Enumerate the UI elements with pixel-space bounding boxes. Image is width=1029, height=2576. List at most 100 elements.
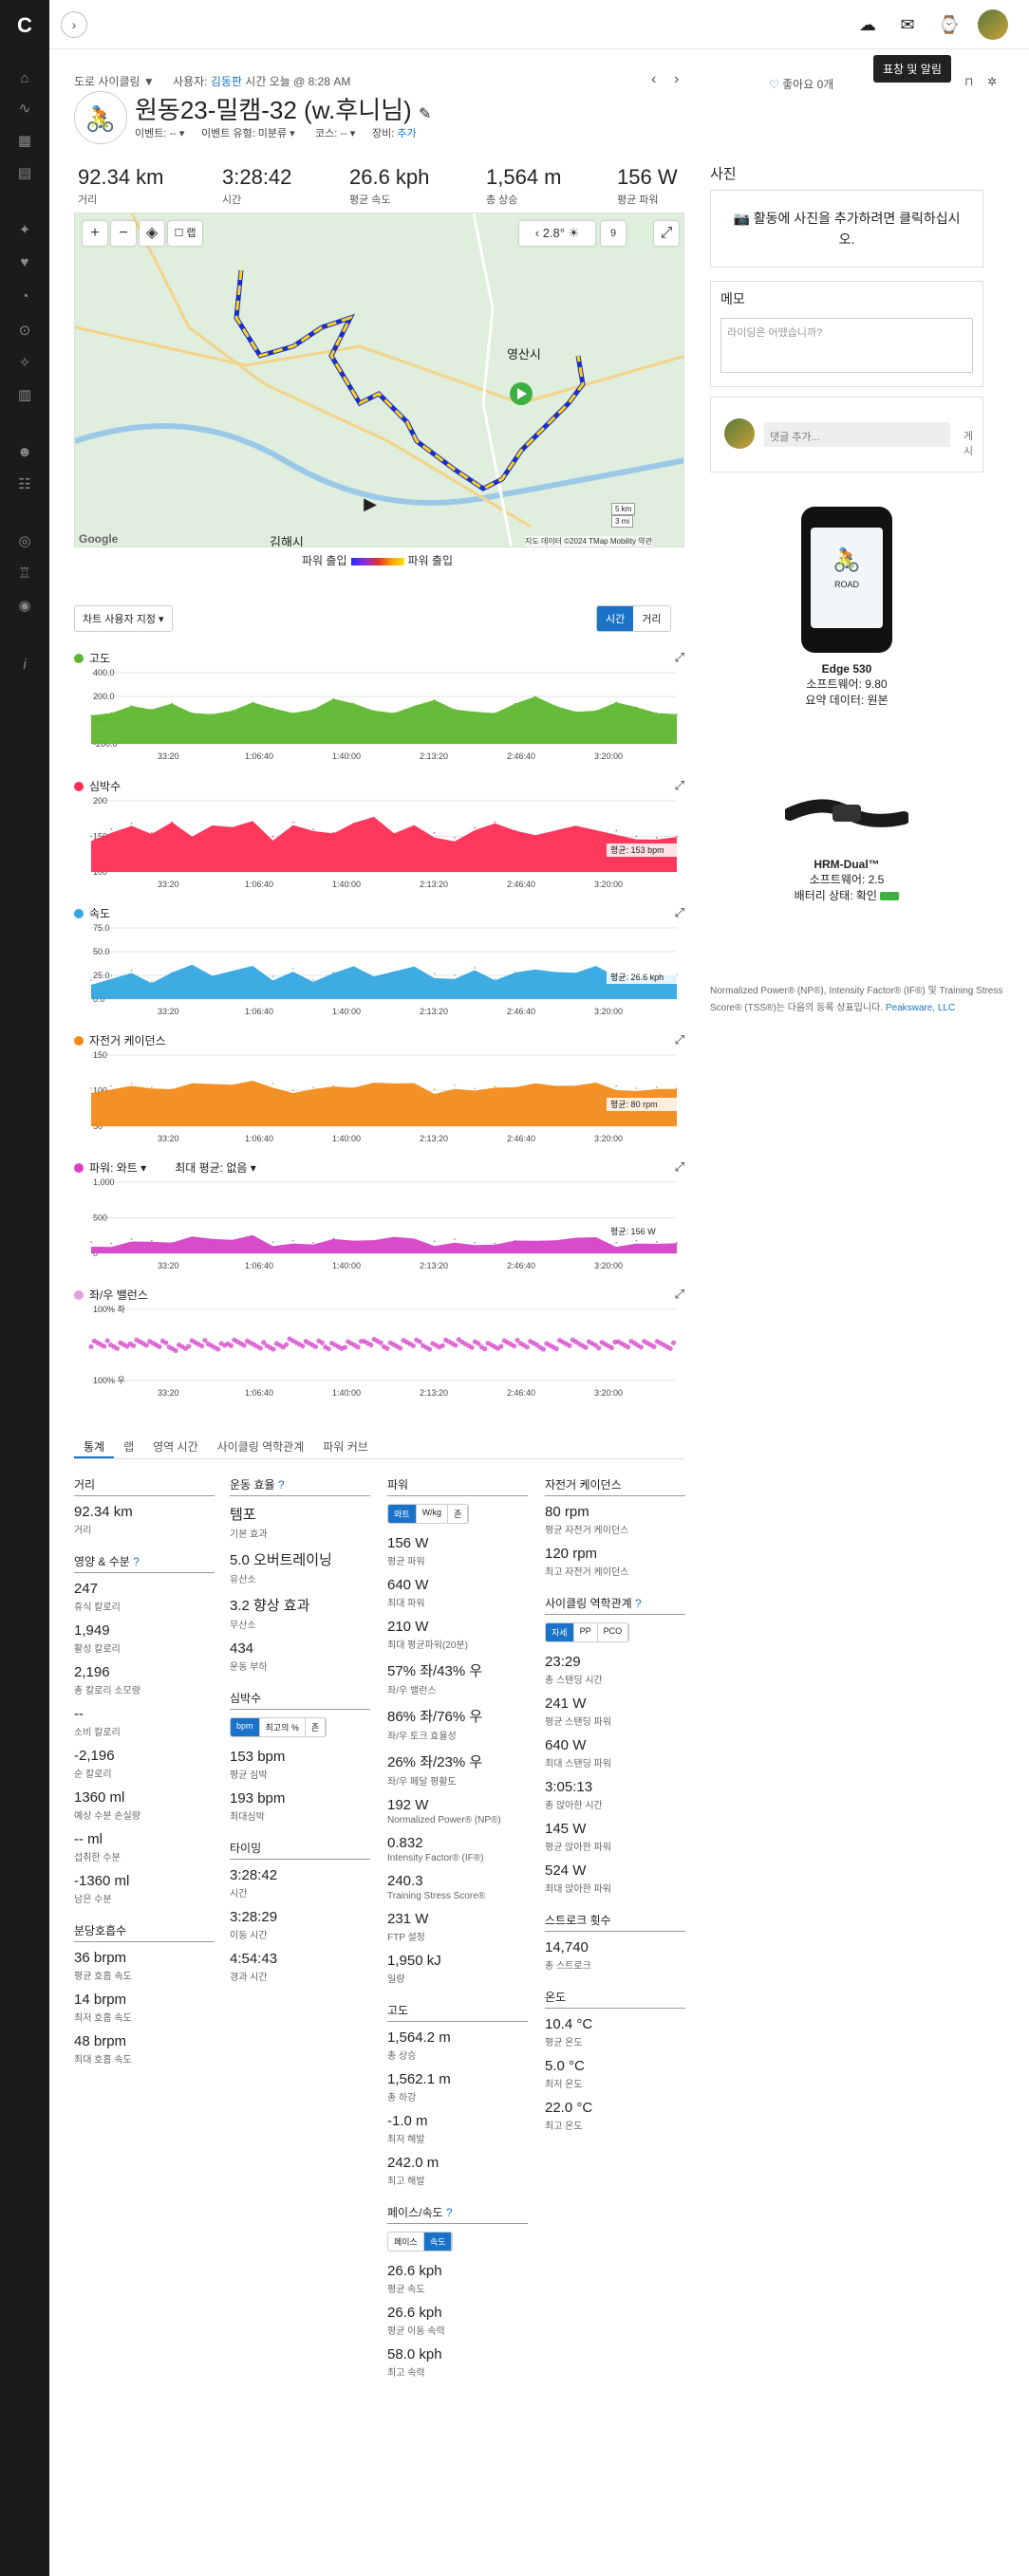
garmin-logo-icon[interactable]: C (0, 13, 49, 38)
gear-add-link[interactable]: 추가 (397, 128, 416, 139)
chart-plot[interactable]: 100% 좌 100% 우 33:20 1:06:40 1:40:00 2:13:20 2:… (74, 1302, 684, 1401)
hr-percent-toggle[interactable]: 최고의 % (260, 1718, 306, 1736)
news-icon[interactable]: ▤ (14, 163, 35, 184)
expand-chart-icon[interactable]: ⤢ (675, 778, 684, 793)
user-name-link[interactable]: 김동판 (211, 75, 242, 88)
home-icon[interactable]: ⌂ (14, 68, 35, 89)
zoom-out-button[interactable]: − (111, 221, 136, 246)
tab-cycling-dynamics[interactable]: 사이클링 역학관계 (208, 1433, 314, 1458)
prev-activity-icon[interactable]: ‹ (651, 71, 656, 88)
layers-icon[interactable]: ◈ (140, 221, 164, 246)
power-watts-toggle[interactable]: 와트 (388, 1505, 417, 1523)
hr-bpm-toggle[interactable]: bpm (231, 1718, 260, 1736)
chart-plot[interactable]: 75.050.025.00.033:201:06:401:40:002:13:2… (74, 920, 684, 1020)
expand-chart-icon[interactable]: ⤢ (675, 1032, 684, 1047)
comment-input[interactable]: 댓글 추가... (764, 422, 950, 447)
calendar-icon[interactable]: ▦ (14, 131, 35, 152)
connections-icon[interactable]: ☻ (14, 442, 35, 463)
x-tick-label: 1:40:00 (332, 1007, 361, 1016)
power-unit-dropdown[interactable]: 파워: 와트 ▾ (89, 1161, 146, 1175)
fullscreen-icon[interactable]: ⤢ (654, 221, 679, 246)
help-icon[interactable]: ? (635, 1597, 642, 1610)
badges-icon[interactable]: ♖ (14, 564, 35, 584)
speed-toggle[interactable]: 속도 (423, 2233, 453, 2251)
tab-time-in-zone[interactable]: 영역 시간 (143, 1433, 208, 1458)
map-checkbox[interactable]: ☐ 랩 (168, 221, 202, 246)
settings-gear-icon[interactable]: ✲ (987, 75, 997, 88)
performance-icon[interactable]: ◔ (14, 287, 35, 307)
play-icon[interactable]: ▶ (358, 494, 383, 519)
zoom-in-button[interactable]: + (83, 221, 107, 246)
inbox-icon[interactable]: ✉ (894, 11, 921, 38)
position-toggle[interactable]: 자세 (546, 1623, 574, 1641)
gear-icon[interactable]: ⊙ (14, 321, 35, 342)
map-attribution[interactable]: 지도 데이터 ©2024 TMap Mobility 약관 (525, 536, 652, 547)
hr-zone-toggle[interactable]: 존 (306, 1718, 327, 1736)
help-icon[interactable]: ? (446, 2206, 453, 2219)
like-button[interactable]: ♡ 좋아요 0개 (769, 76, 833, 92)
pco-toggle[interactable]: PCO (598, 1623, 629, 1641)
pace-toggle[interactable]: 페이스 (388, 2233, 424, 2251)
next-activity-icon[interactable]: › (674, 71, 679, 88)
tab-stats[interactable]: 통계 (74, 1433, 115, 1458)
data-point (469, 1344, 475, 1350)
health-icon[interactable]: ♥ (14, 252, 35, 273)
expand-chart-icon[interactable]: ⤢ (675, 1159, 684, 1175)
lock-icon[interactable]: ⊓ (964, 75, 973, 88)
expand-chart-icon[interactable]: ⤢ (675, 1287, 684, 1302)
device-hrm-dual[interactable]: HRM-Dual™ 소프트웨어: 2.5 배터리 상태: 확인 (710, 793, 983, 903)
upload-icon[interactable]: ☁ (854, 11, 881, 38)
activity-title[interactable]: 원동23-밀캠-32 (w.후니님) ✎ (135, 91, 431, 126)
chart-plot[interactable]: 1,000500033:201:06:401:40:002:13:202:46:… (74, 1175, 684, 1274)
pp-toggle[interactable]: PP (574, 1623, 598, 1641)
post-comment-button[interactable]: 게시 (964, 428, 982, 458)
expand-chart-icon[interactable]: ⤢ (675, 905, 684, 920)
power-zone-toggle[interactable]: 존 (448, 1505, 469, 1523)
add-photo-button[interactable]: 📷 활동에 사진을 추가하려면 클릭하십시오. (710, 190, 983, 268)
y-tick-label: 25.0 (93, 971, 110, 980)
chart-plot[interactable]: 1501005033:201:06:401:40:002:13:202:46:4… (74, 1047, 684, 1147)
expand-sidebar-button[interactable]: › (61, 11, 87, 38)
time-toggle[interactable]: 시간 (597, 606, 634, 631)
chart-customize-dropdown[interactable]: 차트 사용자 지정 ▾ (74, 605, 173, 632)
weather-widget[interactable]: ‹ 2.8° ☀ (519, 221, 595, 246)
tab-power-curve[interactable]: 파워 커브 (313, 1433, 378, 1458)
data-point (373, 977, 375, 979)
activity-type-dropdown[interactable]: 도로 사이클링 ▼ (74, 73, 155, 89)
stat-value: 0.832 (387, 1835, 423, 1851)
info-icon[interactable]: i (14, 655, 35, 676)
tab-laps[interactable]: 랩 (114, 1433, 143, 1458)
help-icon[interactable]: ? (278, 1478, 285, 1492)
route-map[interactable]: + − ◈ ☐ 랩 ‹ 2.8° ☀ 9 ⤢ 영산시 김해시 ▶ 5 km 3 … (74, 213, 684, 547)
event-dropdown[interactable]: 이벤트: -- ▾ (135, 125, 184, 140)
peaksware-link[interactable]: Peaksware, LLC (886, 1003, 955, 1013)
reports-icon[interactable]: ▥ (14, 385, 35, 406)
challenges-icon[interactable]: ◎ (14, 531, 35, 552)
watch-icon[interactable]: ⌚ (936, 11, 963, 38)
help-icon[interactable]: ? (133, 1555, 140, 1568)
settings-circle-icon[interactable]: ◉ (14, 596, 35, 617)
user-avatar[interactable] (978, 9, 1008, 40)
device-edge-530[interactable]: 🚴 ROAD Edge 530 소프트웨어: 9.80 요약 데이터: 원본 (710, 507, 983, 708)
training-icon[interactable]: ✦ (14, 220, 35, 241)
expand-chart-icon[interactable]: ⤢ (675, 650, 684, 665)
chart-plot[interactable]: 20015010033:201:06:401:40:002:13:202:46:… (74, 793, 684, 893)
stat-value: 22.0 °C (545, 2100, 593, 2116)
event-type-dropdown[interactable]: 이벤트 유형: 미분류 ▾ (201, 125, 295, 140)
topbar: › ☁ ✉ ⌚ (49, 0, 1029, 49)
max-avg-dropdown[interactable]: 최대 평균: 없음 ▾ (175, 1161, 256, 1175)
insights-icon[interactable]: ✧ (14, 353, 35, 374)
edit-pencil-icon[interactable]: ✎ (419, 106, 431, 122)
data-point (393, 1238, 395, 1241)
stat-item: 240.3 Training Stress Score® (387, 1873, 528, 1901)
groups-icon[interactable]: ☷ (14, 474, 35, 495)
chart-title: 심박수 (74, 778, 684, 793)
stat-label: 총 칼로리 소모량 (74, 1686, 140, 1696)
memo-textarea[interactable]: 라이딩은 어땠습니까? (720, 318, 973, 373)
distance-toggle[interactable]: 거리 (633, 606, 669, 631)
course-dropdown[interactable]: 코스: -- ▾ (315, 125, 355, 140)
chart-plot[interactable]: 400.0200.00.0-200.033:201:06:401:40:002:… (74, 665, 684, 765)
activity-graph-icon[interactable]: ∿ (14, 99, 35, 120)
device-software: 소프트웨어: 2.5 (809, 873, 885, 886)
power-wkg-toggle[interactable]: W/kg (417, 1505, 449, 1523)
